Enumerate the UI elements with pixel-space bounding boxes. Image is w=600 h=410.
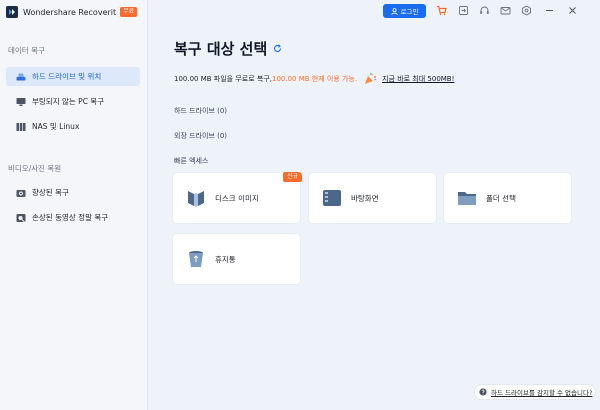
section-data-recovery: 데이터 복구 bbox=[8, 46, 45, 55]
cart-icon[interactable] bbox=[436, 5, 447, 16]
monitor-icon bbox=[16, 97, 26, 107]
main-content: 복구 대상 선택 100.00 MB 파일을 무료로 복구, 100.00 MB… bbox=[148, 22, 600, 410]
quick-access-label: 빠른 엑세스 bbox=[174, 157, 209, 165]
minimize-icon[interactable] bbox=[544, 5, 555, 16]
promo-available: 100.00 MB 현재 이용 가능. bbox=[271, 75, 358, 83]
camera-icon bbox=[16, 188, 26, 198]
page-title-row: 복구 대상 선택 bbox=[174, 38, 282, 59]
free-quota-notice: 100.00 MB 파일을 무료로 복구, 100.00 MB 현재 이용 가능… bbox=[174, 72, 454, 86]
titlebar: 로그인 bbox=[148, 0, 600, 22]
headset-icon[interactable] bbox=[479, 5, 490, 16]
recycle-bin-icon bbox=[189, 251, 203, 267]
card-label: 디스크 이미지 bbox=[215, 193, 259, 203]
card-label: 바탕화면 bbox=[351, 193, 379, 203]
user-icon bbox=[390, 7, 398, 15]
help-no-drive[interactable]: 하드 드라이브를 감지할 수 없습니다? bbox=[475, 385, 595, 399]
sidebar-item-nas-linux[interactable]: NAS 및 Linux bbox=[6, 117, 140, 136]
help-text: 하드 드라이브를 감지할 수 없습니다? bbox=[491, 389, 593, 397]
party-popper-icon bbox=[365, 72, 377, 84]
sidebar-item-unbootable-pc[interactable]: 부팅되지 않는 PC 복구 bbox=[6, 92, 140, 111]
free-badge: 무료 bbox=[120, 7, 138, 17]
new-badge: 신규 bbox=[282, 172, 302, 182]
settings-icon[interactable] bbox=[521, 5, 532, 16]
sidebar-item-label: 부팅되지 않는 PC 복구 bbox=[32, 97, 105, 106]
drive-icon bbox=[16, 72, 26, 82]
external-drive-section[interactable]: 외장 드라이브 (0) bbox=[174, 131, 227, 141]
folder-icon bbox=[458, 192, 476, 205]
sidebar-item-label: NAS 및 Linux bbox=[32, 122, 80, 131]
card-label: 폴더 선택 bbox=[486, 193, 516, 203]
refresh-icon[interactable] bbox=[273, 44, 282, 53]
brand: Wondershare Recoverit 무료 bbox=[6, 5, 138, 19]
card-label: 휴지통 bbox=[215, 254, 236, 264]
sidebar-item-label: 하드 드라이브 및 위치 bbox=[32, 72, 102, 81]
sidebar-item-hard-drive[interactable]: 하드 드라이브 및 위치 bbox=[6, 67, 140, 86]
close-icon[interactable] bbox=[567, 5, 578, 16]
card-recycle-bin[interactable]: 휴지통 bbox=[173, 234, 300, 284]
desktop-icon bbox=[323, 190, 341, 206]
promo-prefix: 100.00 MB 파일을 무료로 복구, bbox=[174, 75, 272, 83]
video-repair-icon bbox=[16, 213, 26, 223]
app-window: Wondershare Recoverit 무료 데이터 복구 하드 드라이브 … bbox=[0, 0, 600, 410]
app-name: Wondershare Recoverit bbox=[23, 7, 117, 17]
nas-icon bbox=[16, 122, 26, 132]
disk-image-icon bbox=[188, 191, 204, 207]
upgrade-link[interactable]: 지금 바로 최대 500MB! bbox=[382, 74, 454, 84]
sidebar-item-enhanced-recovery[interactable]: 향상된 복구 bbox=[6, 183, 140, 202]
login-button[interactable]: 로그인 bbox=[383, 4, 426, 18]
card-select-folder[interactable]: 폴더 선택 bbox=[444, 173, 571, 223]
sidebar: Wondershare Recoverit 무료 데이터 복구 하드 드라이브 … bbox=[0, 0, 148, 410]
page-title: 복구 대상 선택 bbox=[174, 40, 268, 58]
sidebar-item-label: 손상된 동영상 정말 복구 bbox=[32, 213, 109, 222]
help-icon bbox=[479, 388, 487, 396]
import-icon[interactable] bbox=[458, 5, 469, 16]
login-label: 로그인 bbox=[400, 8, 419, 16]
mail-icon[interactable] bbox=[500, 5, 511, 16]
card-desktop[interactable]: 바탕화면 bbox=[309, 173, 436, 223]
recoverit-logo-icon bbox=[6, 6, 18, 18]
sidebar-item-label: 향상된 복구 bbox=[32, 188, 69, 197]
section-video-photo: 비디오/사진 복원 bbox=[8, 164, 62, 173]
sidebar-item-corrupted-video[interactable]: 손상된 동영상 정말 복구 bbox=[6, 208, 140, 227]
hard-drive-section[interactable]: 하드 드라이브 (0) bbox=[174, 106, 227, 116]
card-disk-image[interactable]: 디스크 이미지 신규 bbox=[173, 172, 302, 223]
